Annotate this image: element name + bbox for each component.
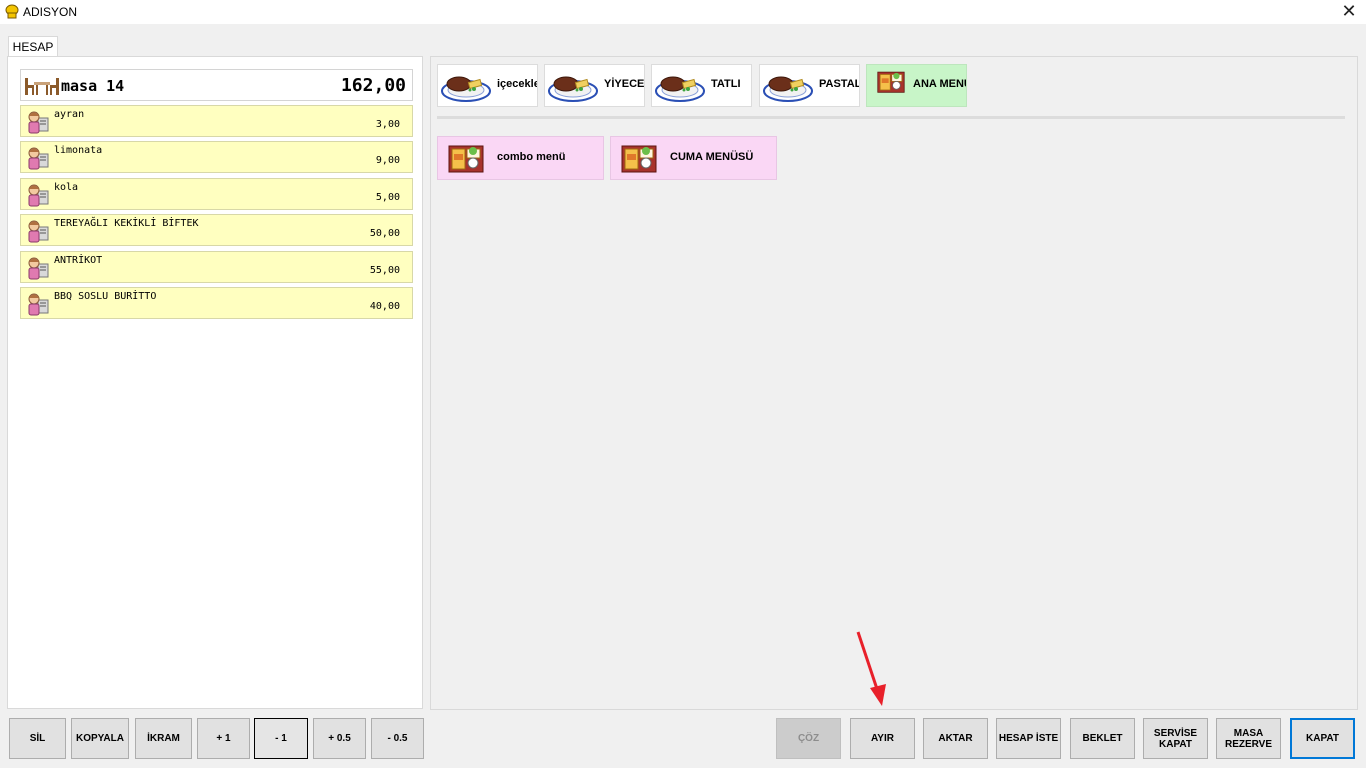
order-item[interactable]: limonata 9,00 [20,141,413,174]
waiter-icon [24,182,50,208]
window-title: ADISYON [23,5,78,19]
treat-button[interactable]: İKRAM [135,718,192,759]
divider [437,116,1345,119]
category-label: ANA MENU [913,78,967,90]
waiter-icon [24,109,50,135]
delete-button[interactable]: SİL [9,718,66,759]
order-item-price: 9,00 [375,155,400,167]
menu-label: CUMA MENÜSÜ [670,151,754,163]
menu-button[interactable]: combo menü [437,136,604,180]
order-item-price: 3,00 [375,119,400,130]
order-item-price: 55,00 [369,264,400,276]
order-item-name: ANTRİKOT [54,254,103,266]
waiter-icon [24,145,50,171]
bill-total: 162,00 [340,75,406,96]
request-bill-button[interactable]: HESAP İSTE [996,718,1061,759]
steak-plate-icon [548,69,598,103]
reserve-table-button[interactable]: MASA REZERVE [1216,718,1281,759]
table-name: masa 14 [61,77,125,95]
order-item[interactable]: ayran 3,00 [20,105,413,137]
category-button[interactable]: ANA MENU [866,64,967,107]
order-item[interactable]: TEREYAĞLI KEKİKLİ BİFTEK 50,00 [20,214,413,247]
steak-plate-icon [441,69,491,103]
category-label: içecekler [497,78,537,90]
bento-icon [448,142,484,174]
order-item-price: 40,00 [369,301,400,312]
transfer-button[interactable]: AKTAR [923,718,988,759]
plus-one-button[interactable]: + 1 [197,718,250,759]
order-item-price: 5,00 [375,191,400,203]
category-button[interactable]: YİYECEKLER [544,64,645,107]
table-chairs-icon [25,78,59,95]
minus-one-button[interactable]: - 1 [254,718,308,759]
order-item-name: TEREYAĞLI KEKİKLİ BİFTEK [54,218,199,230]
order-item-name: ayran [54,109,85,120]
waiter-icon [24,255,50,281]
waiter-icon [24,291,50,317]
menu-label: combo menü [497,151,566,163]
close-icon[interactable]: ✕ [1338,1,1360,23]
minus-half-button[interactable]: - 0.5 [371,718,424,759]
order-item-name: BBQ SOSLU BURİTTO [54,291,157,302]
bento-icon [877,69,905,103]
hold-button[interactable]: BEKLET [1070,718,1135,759]
order-item[interactable]: BBQ SOSLU BURİTTO 40,00 [20,287,413,319]
close-bill-button[interactable]: KAPAT [1290,718,1355,759]
tab-hesap[interactable]: HESAP [8,36,58,57]
order-item[interactable]: kola 5,00 [20,177,413,210]
order-item-name: limonata [54,145,103,157]
waiter-icon [24,218,50,244]
order-item-price: 50,00 [369,228,400,240]
category-button[interactable]: PASTALAR [759,64,860,107]
category-label: PASTALAR [819,78,860,90]
chef-hat-icon [5,4,19,19]
menu-panel: içecekler YİYECEKLER TATLI PASTALAR ANA MENU… [430,56,1358,710]
copy-button[interactable]: KOPYALA [71,718,129,759]
bill-panel: masa 14 162,00 ayran 3,00 limonata 9,00 kola… [7,56,423,709]
split-button[interactable]: AYIR [850,718,915,759]
bill-header: masa 14 162,00 [20,69,413,101]
category-button[interactable]: içecekler [437,64,538,107]
annotation-arrow-icon [856,631,886,706]
steak-plate-icon [655,69,705,103]
order-item[interactable]: ANTRİKOT 55,00 [20,250,413,283]
steak-plate-icon [763,69,813,103]
close-service-button[interactable]: SERVİSE KAPAT [1143,718,1208,759]
order-item-name: kola [54,181,79,193]
resolve-button[interactable]: ÇÖZ [776,718,841,759]
category-button[interactable]: TATLI [651,64,752,107]
plus-half-button[interactable]: + 0.5 [313,718,366,759]
category-label: TATLI [711,78,741,90]
title-bar: ADISYON ✕ [0,0,1366,24]
bento-icon [621,142,657,174]
menu-button[interactable]: CUMA MENÜSÜ [610,136,777,180]
category-label: YİYECEKLER [604,78,645,90]
